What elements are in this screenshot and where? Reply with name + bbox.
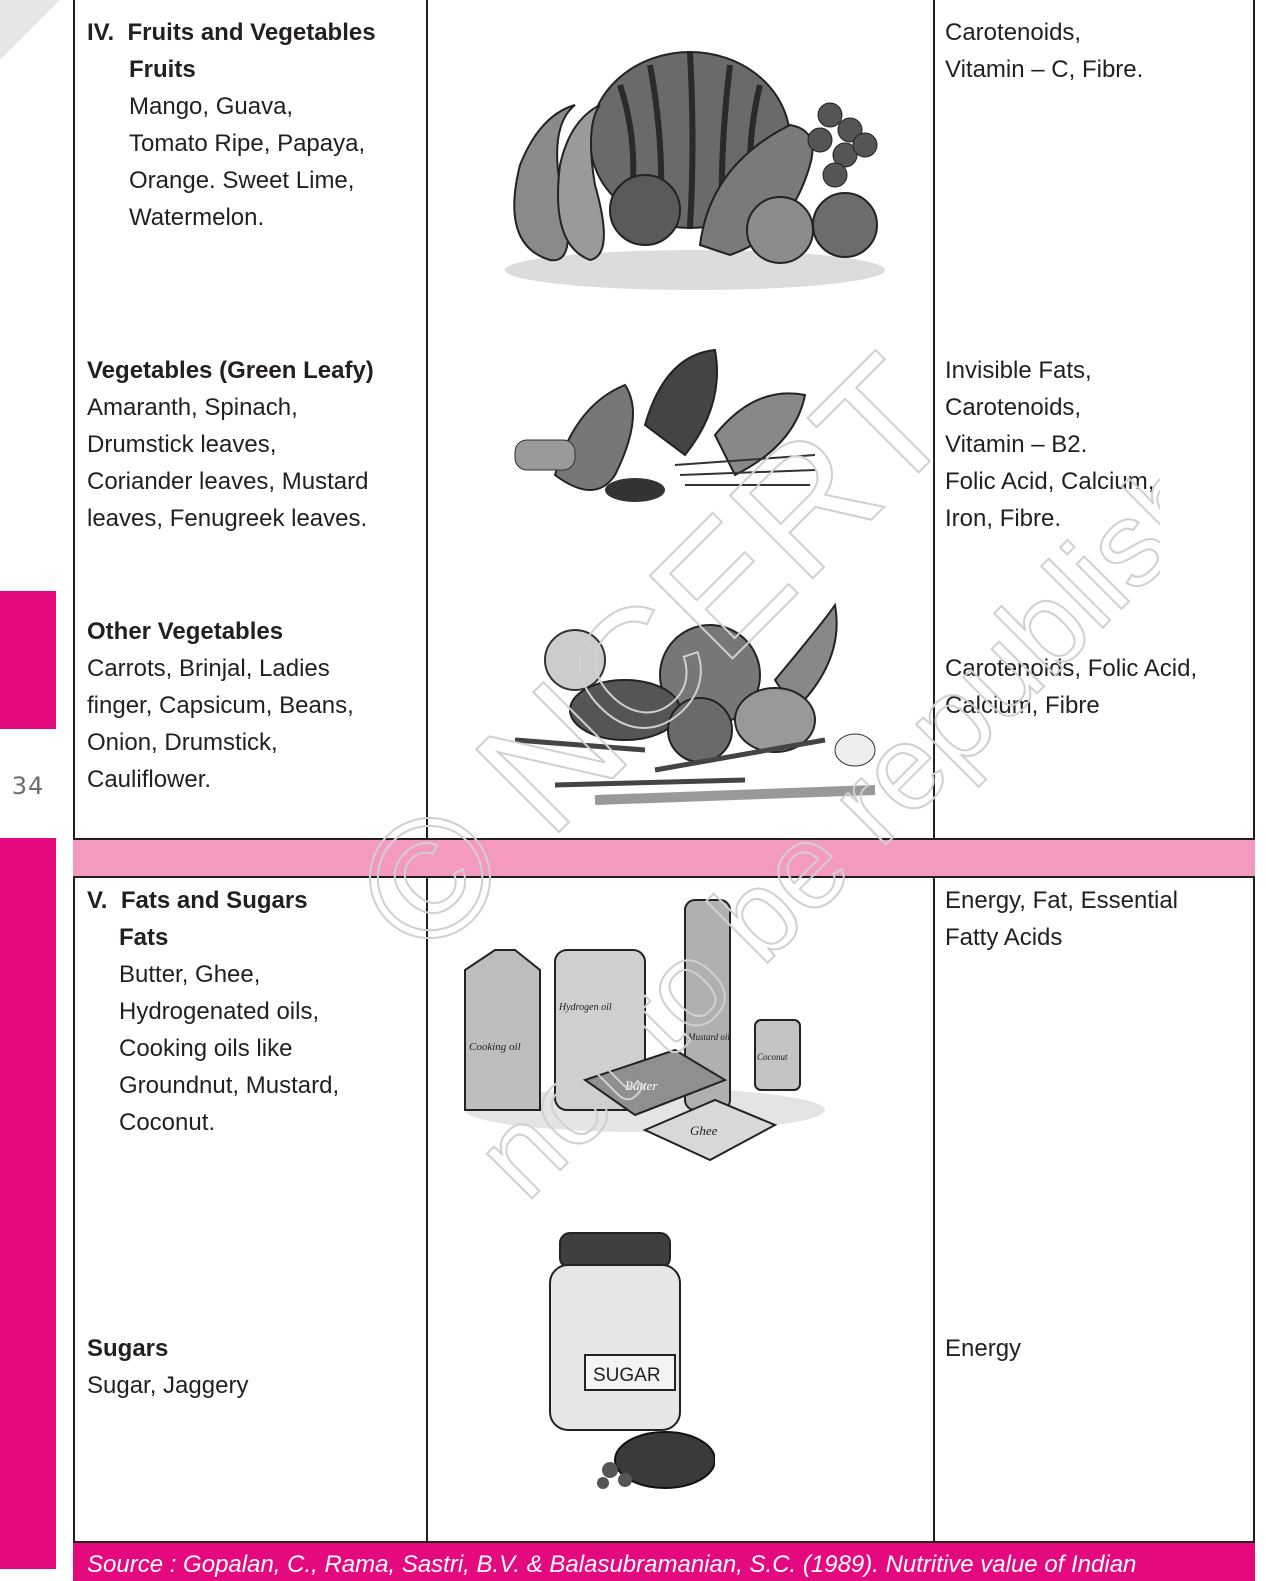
food-item-line: Sugar, Jaggery [87, 1372, 249, 1399]
ghee-label: Ghee [690, 1123, 718, 1138]
cooking-oil-label: Cooking oil [469, 1041, 521, 1053]
food-item-line: leaves, Fenugreek leaves. [87, 505, 368, 532]
sugar-jar-label: SUGAR [593, 1365, 661, 1386]
nutrient-line: Carotenoids, [945, 19, 1082, 46]
food-item-line: Watermelon. [129, 204, 265, 231]
food-item-line: Amaranth, Spinach, [87, 394, 298, 421]
food-item-line: finger, Capsicum, Beans, [87, 692, 354, 719]
sugars-nutrient-cell: Energy [945, 1330, 1021, 1367]
column-divider [933, 0, 935, 838]
food-item-line: Carrots, Brinjal, Ladies [87, 655, 330, 682]
section-separator-band [73, 838, 1255, 878]
nutrient-line: Vitamin – C, Fibre. [945, 56, 1144, 83]
fats-nutrient-cell: Energy, Fat, Essential Fatty Acids [945, 882, 1178, 956]
column-divider [426, 878, 428, 1541]
fruits-food-cell: IV. Fruits and Vegetables Fruits Mango, … [87, 14, 376, 236]
food-item-line: Orange. Sweet Lime, [129, 167, 355, 194]
food-item-line: Tomato Ripe, Papaya, [129, 130, 366, 157]
nutrient-line: Iron, Fibre. [945, 505, 1062, 532]
mustard-oil-label: Mustard oil [687, 1032, 730, 1042]
section-heading: Fruits and Vegetables [127, 19, 376, 46]
fats-food-cell: V. Fats and Sugars Fats Butter, Ghee, Hy… [87, 882, 339, 1141]
section-numeral: V. [87, 887, 108, 914]
other-vegetables-illustration [514, 602, 876, 805]
sugars-food-cell: Sugars Sugar, Jaggery [87, 1330, 248, 1404]
column-divider [426, 0, 428, 838]
nutrient-line: Energy, Fat, Essential [945, 887, 1178, 914]
sub-heading: Fats [119, 924, 169, 951]
fats-oils-illustration: Cooking oil Hydrogen oil Mustard oil Coc… [464, 899, 825, 1162]
nutrient-line: Vitamin – B2. [945, 431, 1088, 458]
coconut-oil-label: Coconut [757, 1052, 788, 1062]
leafy-vegetables-illustration [514, 348, 816, 502]
other-veg-nutrient-cell: Carotenoids, Folic Acid, Calcium, Fibre [945, 650, 1197, 724]
section-heading: Fats and Sugars [120, 887, 308, 914]
food-item-line: Drumstick leaves, [87, 431, 277, 458]
nutrient-line: Fatty Acids [945, 924, 1063, 951]
fruits-nutrient-cell: Carotenoids, Vitamin – C, Fibre. [945, 14, 1143, 88]
hydrogenated-oil-label: Hydrogen oil [558, 1002, 612, 1013]
sub-heading: Fruits [129, 56, 196, 83]
green-leafy-nutrient-cell: Invisible Fats, Carotenoids, Vitamin – B… [945, 352, 1154, 537]
food-item-line: Cooking oils like [119, 1035, 293, 1062]
other-veg-food-cell: Other Vegetables Carrots, Brinjal, Ladie… [87, 613, 354, 798]
page-number: 34 [11, 772, 45, 800]
side-color-bar-top [0, 591, 56, 729]
section-heading: Vegetables (Green Leafy) [87, 357, 374, 384]
nutrient-line: Carotenoids, [945, 394, 1082, 421]
nutrient-line: Carotenoids, Folic Acid, [945, 655, 1198, 682]
section-numeral: IV. [87, 19, 115, 46]
section-heading: Sugars [87, 1335, 169, 1362]
food-groups-table: IV. Fruits and Vegetables Fruits Mango, … [73, 0, 1255, 1581]
source-citation-band: Source : Gopalan, C., Rama, Sastri, B.V.… [73, 1541, 1255, 1581]
nutrient-line: Folic Acid, Calcium, [945, 468, 1155, 495]
page-corner-fold [0, 0, 60, 60]
green-leafy-food-cell: Vegetables (Green Leafy) Amaranth, Spina… [87, 352, 374, 537]
food-item-line: Butter, Ghee, [119, 961, 261, 988]
nutrient-line: Invisible Fats, [945, 357, 1092, 384]
nutrient-line: Calcium, Fibre [945, 692, 1100, 719]
sugar-jaggery-illustration: SUGAR [549, 1232, 715, 1489]
source-citation: Source : Gopalan, C., Rama, Sastri, B.V.… [87, 1551, 1137, 1578]
section-heading: Other Vegetables [87, 618, 284, 645]
butter-label: Butter [625, 1078, 658, 1093]
fruits-illustration [505, 51, 885, 290]
food-item-line: Mango, Guava, [129, 93, 294, 120]
column-divider [933, 878, 935, 1541]
food-item-line: Onion, Drumstick, [87, 729, 278, 756]
nutrient-line: Energy [945, 1335, 1022, 1362]
food-item-line: Groundnut, Mustard, [119, 1072, 340, 1099]
food-item-line: Hydrogenated oils, [119, 998, 320, 1025]
food-item-line: Cauliflower. [87, 766, 212, 793]
food-item-line: Coconut. [119, 1109, 216, 1136]
food-item-line: Coriander leaves, Mustard [87, 468, 369, 495]
side-color-bar-bottom [0, 838, 56, 1569]
